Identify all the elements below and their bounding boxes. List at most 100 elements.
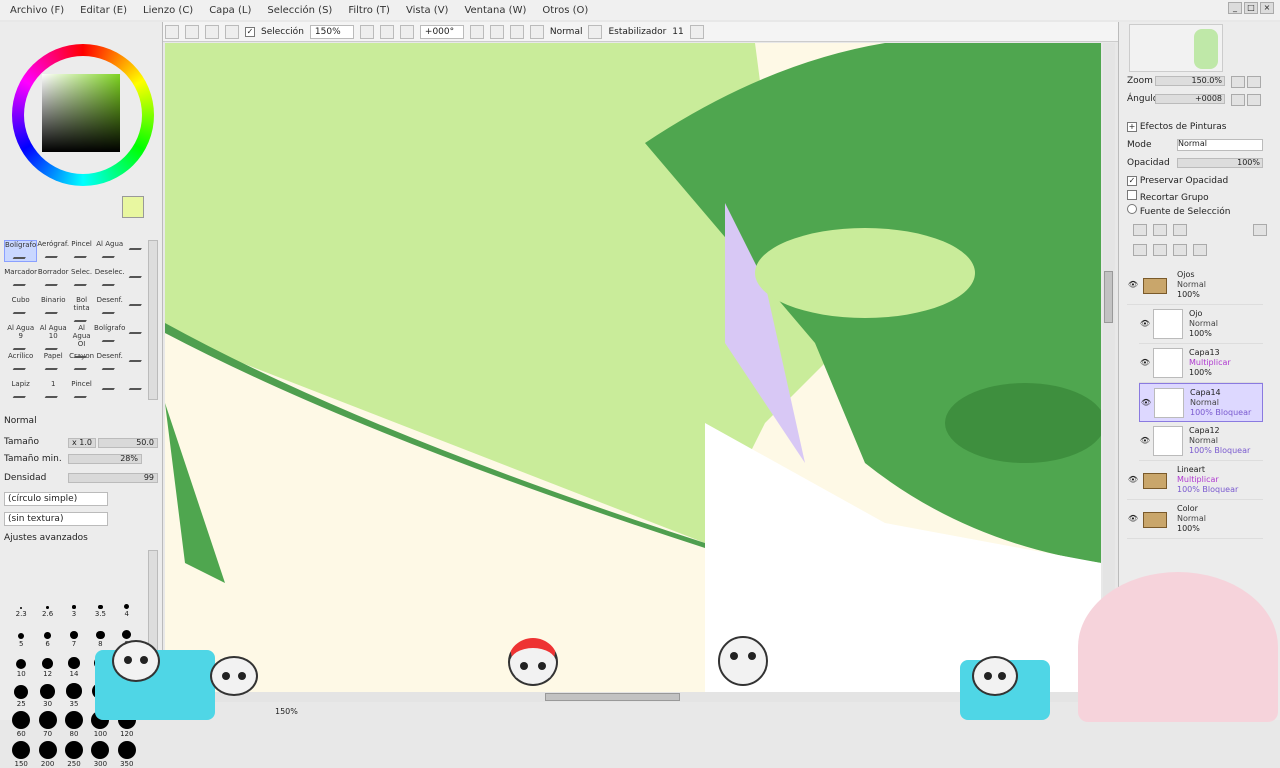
layer-options-icon[interactable] (1253, 224, 1267, 236)
tool-15[interactable]: Al Agua 9 (4, 324, 37, 350)
brush-size-option[interactable]: 10 (8, 650, 34, 678)
brush-size-option[interactable]: 60 (8, 710, 34, 738)
rotate-cw-icon[interactable] (1247, 94, 1261, 106)
horizontal-scroll-thumb[interactable] (545, 693, 680, 701)
size-multiplier[interactable]: x 1.0 (68, 438, 96, 448)
undo-icon[interactable] (165, 24, 179, 39)
tool-17[interactable]: Al Agua OI (69, 324, 94, 358)
brush-size-option[interactable]: 7 (61, 620, 87, 648)
brush-size-option[interactable]: 35 (61, 680, 87, 708)
tool-6[interactable]: Borrador (37, 268, 69, 290)
menu-lienzo[interactable]: Lienzo (C) (143, 5, 193, 16)
menu-archivo[interactable]: Archivo (F) (10, 5, 64, 16)
tool-8[interactable]: Deselec. (94, 268, 125, 290)
minimize-icon[interactable]: _ (1228, 2, 1242, 14)
brush-size-option[interactable]: 25 (8, 680, 34, 708)
tool-9[interactable] (125, 268, 148, 290)
visibility-eye-icon[interactable]: 👁 (1127, 475, 1139, 485)
min-size-slider[interactable]: 28% (68, 454, 142, 464)
tool-0[interactable]: Bolígrafo (4, 240, 38, 262)
stabilizer-dropdown-icon[interactable] (689, 24, 704, 39)
layer-row[interactable]: 👁 Ojo Normal 100% (1139, 305, 1263, 344)
brush-size-option[interactable]: 150 (8, 740, 34, 768)
tool-20[interactable]: Acrílico (4, 352, 37, 374)
tool-19[interactable] (125, 324, 148, 346)
layer-row[interactable]: 👁 Lineart Multiplicar 100% Bloquear (1127, 461, 1263, 500)
visibility-eye-icon[interactable]: 👁 (1139, 436, 1151, 446)
menu-otros[interactable]: Otros (O) (542, 5, 588, 16)
tool-1[interactable]: Aerógraf. (37, 240, 69, 262)
blend-mode-select[interactable]: Normal (550, 27, 583, 37)
tool-28[interactable] (94, 380, 125, 402)
brush-size-option[interactable]: 3.5 (87, 590, 113, 618)
rotate-ccw-icon[interactable] (1231, 94, 1245, 106)
brush-size-option[interactable]: 8 (87, 620, 113, 648)
brush-size-option[interactable]: 6 (34, 620, 60, 648)
clip-group-option[interactable]: Recortar Grupo (1127, 190, 1209, 203)
new-layer-icon[interactable] (1133, 224, 1147, 236)
maximize-icon[interactable]: □ (1244, 2, 1258, 14)
brush-texture-select[interactable]: (sin textura) (4, 512, 108, 526)
brush-size-option[interactable]: 4 (114, 590, 140, 618)
brush-size-option[interactable]: 200 (34, 740, 60, 768)
tool-10[interactable]: Cubo (4, 296, 37, 318)
visibility-eye-icon[interactable]: 👁 (1139, 319, 1151, 329)
zoom-out-icon[interactable] (359, 24, 374, 39)
visibility-eye-icon[interactable]: 👁 (1140, 398, 1152, 408)
tool-26[interactable]: 1 (37, 380, 69, 402)
tool-16[interactable]: Al Agua 10 (37, 324, 69, 350)
brush-size-option[interactable]: 14 (61, 650, 87, 678)
primary-color-swatch[interactable] (122, 196, 144, 218)
layer-row[interactable]: 👁 Color Normal 100% (1127, 500, 1263, 539)
brush-shape-select[interactable]: (círculo simple) (4, 492, 108, 506)
menu-ventana[interactable]: Ventana (W) (464, 5, 526, 16)
tool-12[interactable]: Bol tinta (69, 296, 94, 322)
tool-scrollbar[interactable] (148, 240, 158, 400)
layer-row[interactable]: 👁 Ojos Normal 100% (1127, 266, 1263, 305)
merge-down-icon[interactable] (1153, 244, 1167, 256)
navigator-preview[interactable] (1129, 24, 1223, 72)
rotate-right-icon[interactable] (489, 24, 504, 39)
menu-filtro[interactable]: Filtro (T) (348, 5, 390, 16)
advanced-settings-toggle[interactable]: Ajustes avanzados (4, 533, 88, 543)
new-linework-icon[interactable] (1153, 224, 1167, 236)
saturation-value-square[interactable] (42, 74, 120, 152)
brush-size-option[interactable]: 12 (34, 650, 60, 678)
brush-size-option[interactable]: 2.6 (34, 590, 60, 618)
brush-size-option[interactable]: 250 (61, 740, 87, 768)
visibility-eye-icon[interactable]: 👁 (1139, 358, 1151, 368)
tool-29[interactable] (125, 380, 148, 402)
rotate-reset-icon[interactable] (509, 24, 524, 39)
zoom-reset-icon[interactable] (399, 24, 414, 39)
tool-2[interactable]: Pincel (69, 240, 94, 262)
opacity-slider[interactable]: 100% (1177, 158, 1263, 168)
brush-size-option[interactable]: 350 (114, 740, 140, 768)
paint-effects-header[interactable]: + Efectos de Pinturas (1127, 122, 1226, 132)
brush-size-option[interactable]: 70 (34, 710, 60, 738)
clear-layer-icon[interactable] (1173, 244, 1187, 256)
tool-4[interactable] (125, 240, 148, 262)
menu-vista[interactable]: Vista (V) (406, 5, 448, 16)
layer-row[interactable]: 👁 Capa12 Normal 100% Bloquear (1139, 422, 1263, 461)
blend-options-icon[interactable] (588, 24, 603, 39)
menu-seleccion[interactable]: Selección (S) (267, 5, 332, 16)
selection-checkbox[interactable]: ✓ (245, 26, 255, 37)
angle-value[interactable]: +0008 (1155, 94, 1225, 104)
zoom-value[interactable]: 150.0% (1155, 76, 1225, 86)
brush-size-option[interactable]: 30 (34, 680, 60, 708)
invert-selection-icon[interactable] (225, 24, 239, 39)
transfer-down-icon[interactable] (1133, 244, 1147, 256)
menu-capa[interactable]: Capa (L) (209, 5, 251, 16)
brush-mode-select[interactable]: Normal (4, 416, 37, 426)
rotate-left-icon[interactable] (469, 24, 484, 39)
zoom-in-icon[interactable] (379, 24, 394, 39)
vertical-scroll-thumb[interactable] (1104, 271, 1113, 323)
selection-source-checkbox[interactable] (1127, 204, 1137, 214)
brush-size-option[interactable]: 80 (61, 710, 87, 738)
zoom-field[interactable]: 150% (309, 24, 354, 39)
brush-size-option[interactable]: 300 (87, 740, 113, 768)
brush-size-option[interactable]: 3 (61, 590, 87, 618)
tool-11[interactable]: Binario (37, 296, 69, 318)
close-icon[interactable]: × (1260, 2, 1274, 14)
preserve-opacity-option[interactable]: ✓ Preservar Opacidad (1127, 176, 1228, 186)
